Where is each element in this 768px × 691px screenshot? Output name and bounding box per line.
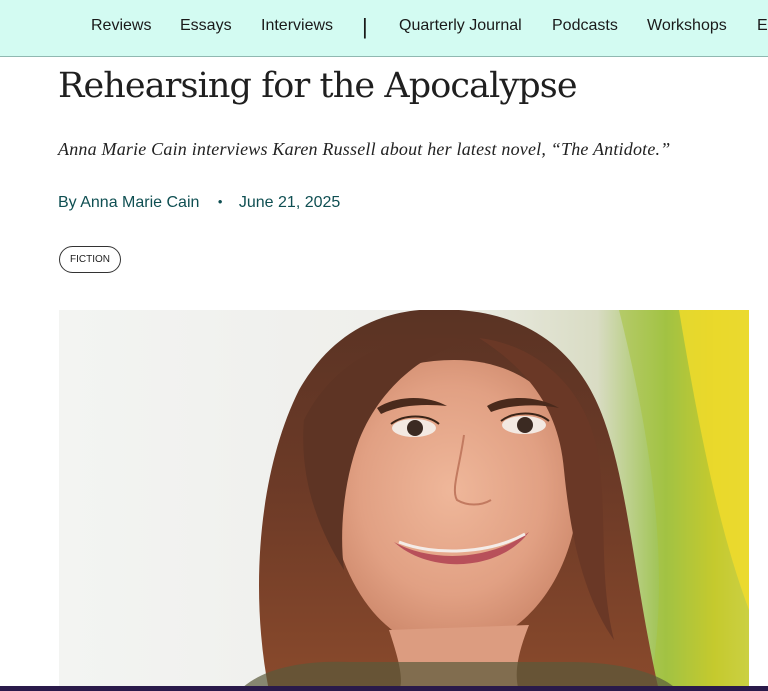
byline-prefix: By [58, 194, 77, 211]
right-edge-fade [756, 57, 768, 691]
nav-workshops[interactable]: Workshops [647, 17, 727, 35]
article-title: Rehearsing for the Apocalypse [58, 66, 578, 106]
nav-reviews[interactable]: Reviews [91, 17, 151, 35]
nav-essays[interactable]: Essays [180, 17, 232, 35]
nav-interviews[interactable]: Interviews [261, 17, 333, 35]
publish-date: June 21, 2025 [238, 194, 341, 211]
byline: By Anna Marie Cain • June 21, 2025 [58, 194, 340, 212]
nav-separator: | [362, 14, 368, 39]
nav-more-cutoff[interactable]: E [757, 17, 768, 35]
article-dek: Anna Marie Cain interviews Karen Russell… [58, 139, 671, 159]
bottom-bar [0, 686, 768, 691]
author-link[interactable]: Anna Marie Cain [80, 194, 199, 211]
nav-podcasts[interactable]: Podcasts [552, 17, 618, 35]
category-tag[interactable]: FICTION [59, 246, 121, 273]
nav-quarterly-journal[interactable]: Quarterly Journal [399, 17, 522, 35]
byline-dot: • [217, 194, 223, 209]
top-navigation: Reviews Essays Interviews | Quarterly Jo… [0, 0, 768, 57]
hero-portrait-image [59, 310, 749, 691]
